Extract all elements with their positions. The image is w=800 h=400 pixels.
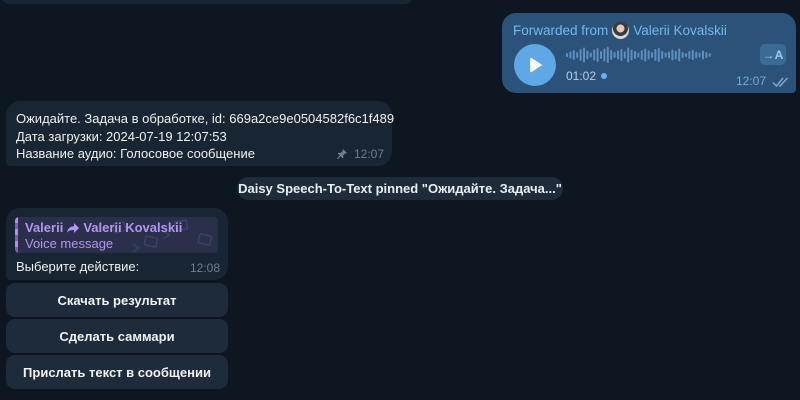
waveform-bar bbox=[579, 49, 582, 61]
status-line-date: Дата загрузки: 2024-07-19 12:07:53 bbox=[16, 128, 227, 144]
waveform-bar bbox=[617, 50, 619, 60]
waveform-bar bbox=[613, 52, 616, 58]
waveform-bar bbox=[600, 51, 602, 59]
waveform-bar bbox=[610, 50, 613, 60]
waveform-bar bbox=[596, 48, 599, 62]
forwarded-header[interactable]: Forwarded from Valerii Kovalskii bbox=[513, 22, 727, 39]
waveform-bar bbox=[606, 47, 609, 63]
waveform-bar bbox=[691, 50, 694, 60]
waveform-bar bbox=[640, 50, 643, 60]
waveform-bar bbox=[702, 50, 704, 60]
waveform-bar bbox=[576, 52, 579, 58]
download-result-button[interactable]: Скачать результат bbox=[6, 283, 228, 317]
waveform-bar bbox=[681, 52, 684, 58]
voice-duration: 01:02 bbox=[566, 69, 608, 83]
bot-message-text: Выберите действие: bbox=[16, 259, 140, 274]
waveform-bar bbox=[695, 51, 698, 59]
waveform-bar bbox=[620, 49, 623, 61]
waveform-bar bbox=[698, 52, 701, 58]
pinned-service-message[interactable]: Daisy Speech-To-Text pinned "Ожидайте. З… bbox=[237, 177, 563, 200]
message-meta: 12:07 bbox=[336, 147, 384, 161]
reply-subtitle: Voice message bbox=[25, 236, 114, 251]
play-icon bbox=[530, 57, 542, 73]
waveform-bar bbox=[705, 52, 708, 58]
transcribe-button[interactable]: →A bbox=[760, 44, 786, 65]
waveform-bar bbox=[593, 49, 596, 61]
waveform-bar bbox=[637, 52, 640, 58]
make-summary-button[interactable]: Сделать саммари bbox=[6, 319, 228, 353]
waveform-bar bbox=[685, 53, 687, 57]
reply-accent-bar bbox=[15, 217, 18, 253]
double-check-icon bbox=[772, 77, 789, 88]
reply-sender-name: Valerii bbox=[25, 220, 64, 235]
waveform-bar bbox=[586, 50, 589, 60]
waveform-bar bbox=[678, 48, 681, 62]
reply-sender: Valerii Valerii Kovalskii bbox=[25, 220, 182, 235]
waveform-bar bbox=[674, 50, 677, 60]
waveform-bar bbox=[623, 51, 626, 59]
message-time: 12:08 bbox=[189, 261, 220, 275]
waveform-bar bbox=[572, 50, 575, 60]
message-time: 12:07 bbox=[735, 74, 766, 88]
incoming-status-message[interactable]: Ожидайте. Задача в обработке, id: 669a2c… bbox=[6, 101, 395, 166]
play-button[interactable] bbox=[514, 44, 556, 86]
forwarded-prefix: Forwarded from bbox=[513, 23, 609, 38]
waveform-bar bbox=[654, 49, 657, 61]
reply-forward-name: Valerii Kovalskii bbox=[83, 220, 183, 235]
waveform-bar bbox=[603, 48, 606, 62]
waveform-bar bbox=[661, 51, 664, 59]
pin-icon bbox=[336, 149, 347, 160]
waveform-bar bbox=[657, 48, 660, 62]
outgoing-voice-message[interactable]: Forwarded from Valerii Kovalskii 01:02 →… bbox=[502, 13, 796, 93]
waveform-bar bbox=[569, 51, 572, 59]
waveform-bar bbox=[627, 47, 630, 63]
waveform-bar bbox=[630, 49, 633, 61]
waveform-bar bbox=[651, 52, 653, 58]
waveform-bar bbox=[647, 50, 650, 60]
waveform-bar bbox=[583, 47, 585, 63]
waveform-bar bbox=[566, 53, 568, 57]
message-time: 12:07 bbox=[353, 147, 384, 161]
bot-message[interactable]: Valerii Valerii Kovalskii Voice message … bbox=[6, 208, 228, 280]
duration-text: 01:02 bbox=[566, 69, 597, 83]
waveform-bar bbox=[634, 51, 636, 59]
waveform-bar bbox=[668, 51, 670, 59]
unplayed-dot bbox=[601, 73, 608, 79]
waveform-bar bbox=[589, 52, 592, 58]
forward-arrow-icon bbox=[67, 222, 80, 233]
waveform-bar bbox=[688, 51, 691, 59]
waveform-bar bbox=[671, 49, 674, 61]
voice-waveform[interactable] bbox=[566, 45, 716, 65]
waveform-bar bbox=[708, 53, 711, 57]
send-text-button[interactable]: Прислать текст в сообщении bbox=[6, 355, 228, 389]
waveform-bar bbox=[664, 52, 667, 58]
chat-area: Forwarded from Valerii Kovalskii 01:02 →… bbox=[0, 0, 800, 400]
status-line-task: Ожидайте. Задача в обработке, id: 669a2c… bbox=[16, 111, 395, 126]
previous-message-edge bbox=[0, 0, 414, 4]
reply-preview[interactable]: Valerii Valerii Kovalskii Voice message bbox=[15, 217, 218, 253]
waveform-bar bbox=[644, 48, 647, 62]
forwarded-name[interactable]: Valerii Kovalskii bbox=[633, 23, 727, 38]
avatar bbox=[612, 22, 630, 39]
